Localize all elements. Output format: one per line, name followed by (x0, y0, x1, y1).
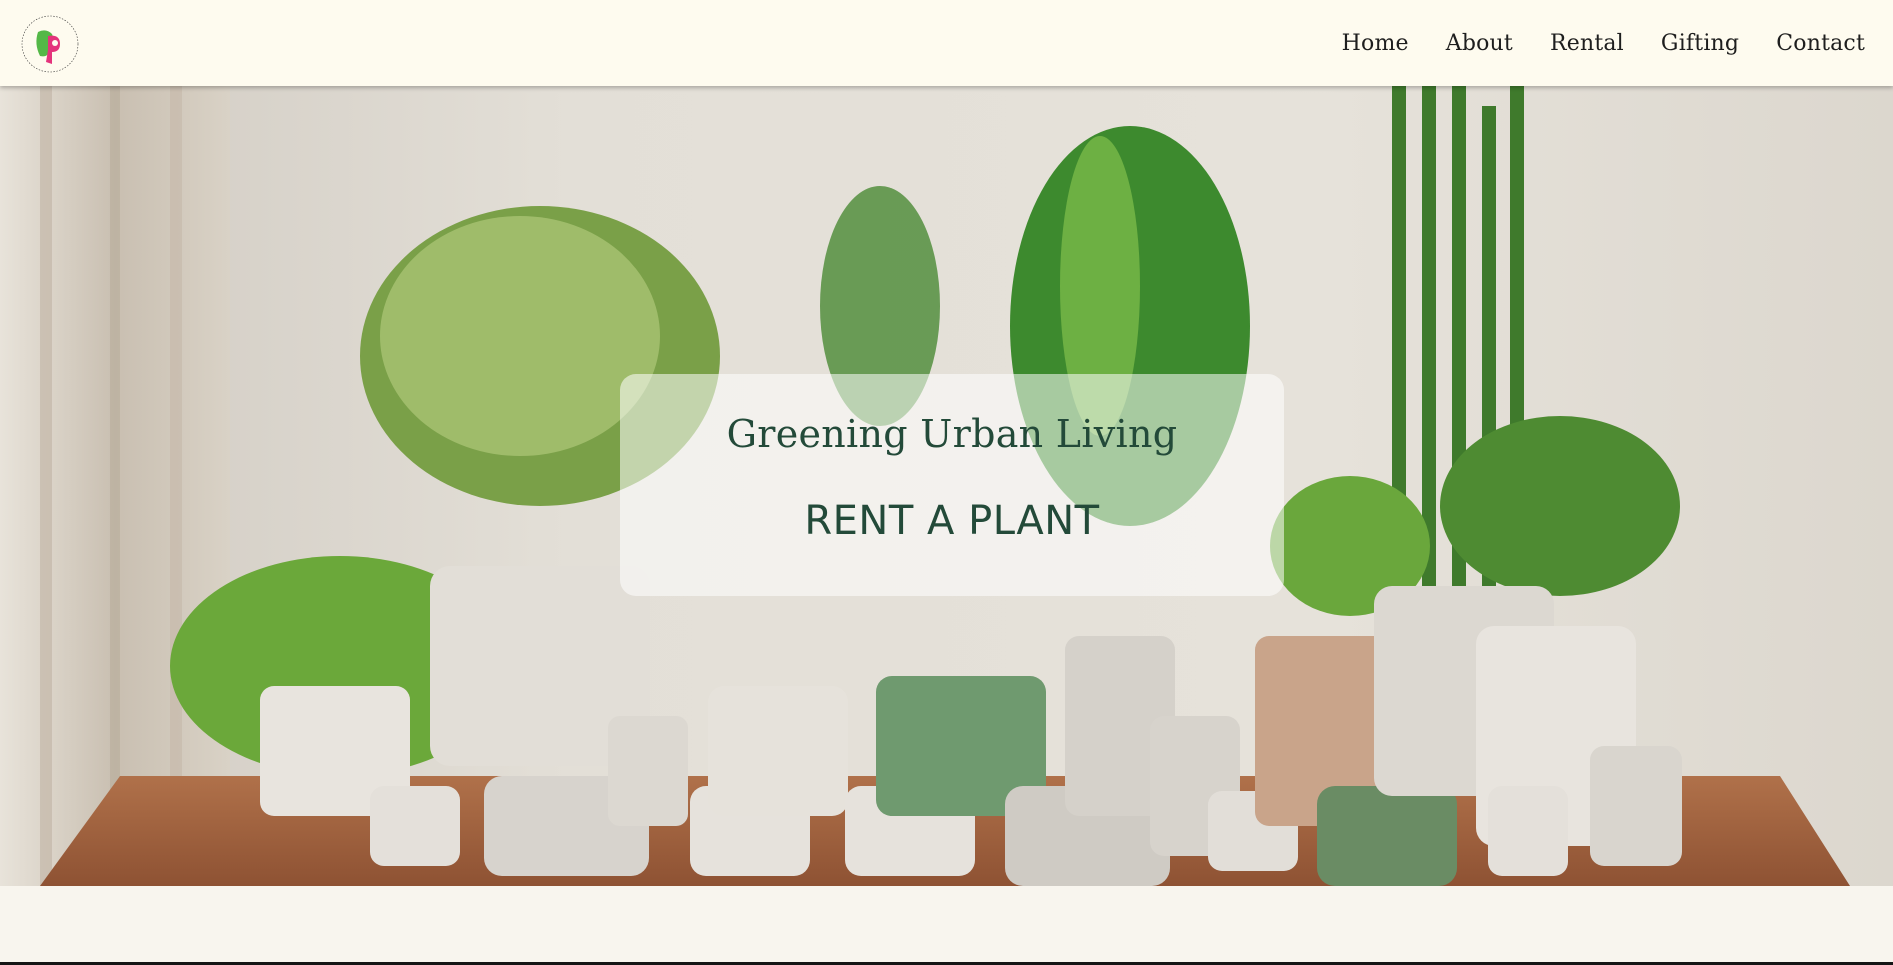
hero-panel: Greening Urban Living RENT A PLANT (620, 374, 1284, 596)
page: Home About Rental Gifting Contact Greeni… (0, 0, 1893, 965)
nav-links: Home About Rental Gifting Contact (1305, 0, 1865, 86)
nav-gifting-link[interactable]: Gifting (1661, 31, 1739, 56)
rent-a-plant-button[interactable]: RENT A PLANT (620, 498, 1284, 544)
fernphool-logo-icon[interactable] (20, 14, 80, 74)
nav-rental-link[interactable]: Rental (1550, 31, 1624, 56)
navbar: Home About Rental Gifting Contact (0, 0, 1893, 86)
page-bottom-band (0, 886, 1893, 965)
nav-about-link[interactable]: About (1446, 31, 1513, 56)
hero-section: Greening Urban Living RENT A PLANT (0, 86, 1893, 886)
hero-title: Greening Urban Living (726, 412, 1178, 456)
nav-home-link[interactable]: Home (1342, 31, 1409, 56)
nav-contact-link[interactable]: Contact (1776, 31, 1865, 56)
